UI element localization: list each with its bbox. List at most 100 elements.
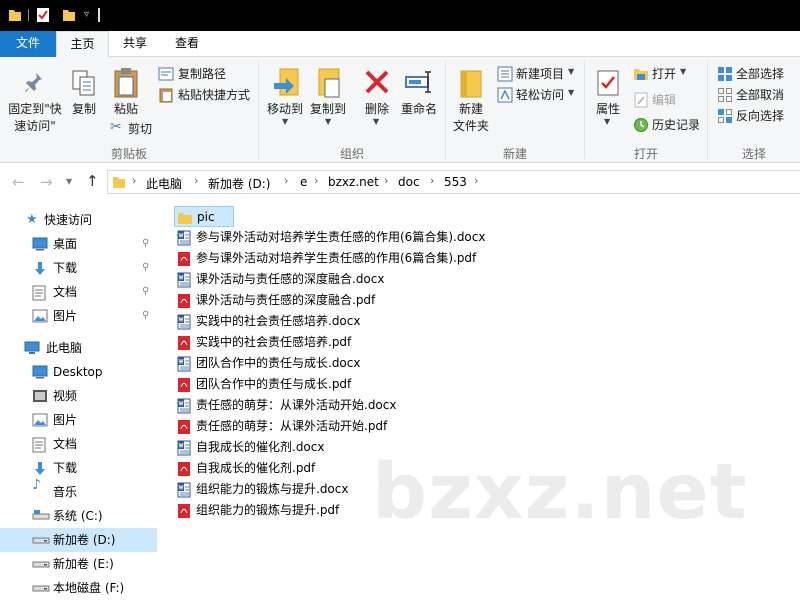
breadcrumb-separator[interactable]: › xyxy=(284,174,288,187)
drive-icon xyxy=(32,533,50,545)
edit-button[interactable]: 编辑 xyxy=(632,91,702,109)
title-separator xyxy=(28,9,29,21)
up-arrow-icon[interactable]: ↑ xyxy=(86,172,99,190)
file-row[interactable]: 参与课外活动对培养学生责任感的作用(6篇合集).pdf xyxy=(174,248,494,269)
breadcrumb-separator[interactable]: › xyxy=(314,174,318,187)
group-label-new: 新建 xyxy=(502,147,527,161)
folder-row[interactable]: pic xyxy=(174,206,234,227)
file-row[interactable]: 团队合作中的责任与成长.docx xyxy=(174,353,494,374)
pin-icon: ⚲ xyxy=(142,262,150,273)
delete-button[interactable]: 删除 ▼ xyxy=(358,61,396,141)
breadcrumb-doc[interactable]: doc xyxy=(398,175,420,189)
nav-quick-item[interactable]: 图片 ⚲ xyxy=(0,304,158,328)
back-arrow-icon[interactable]: ← xyxy=(12,173,25,191)
word-file-icon xyxy=(177,440,191,456)
new-folder-icon xyxy=(460,70,482,98)
nav-quick-item[interactable]: 文档 ⚲ xyxy=(0,280,158,304)
nav-quick-item-label: 图片 xyxy=(53,309,78,323)
address-bar[interactable]: › 此电脑 › 新加卷 (D:) › e › bzxz.net › doc › … xyxy=(107,170,800,194)
group-label-clipboard: 剪贴板 xyxy=(110,147,147,161)
easy-access-button[interactable]: 轻松访问 ▼ xyxy=(496,86,578,104)
nav-this-pc[interactable]: 此电脑 xyxy=(0,336,158,360)
invert-selection-icon xyxy=(718,109,732,123)
properties-button[interactable]: 属性 ▼ xyxy=(590,61,626,141)
nav-pc-item[interactable]: Desktop xyxy=(0,360,157,384)
properties-icon xyxy=(597,70,619,96)
move-to-icon xyxy=(274,68,299,96)
properties-check-icon[interactable] xyxy=(36,7,50,23)
nav-pc-item-label: 新加卷 (E:) xyxy=(53,557,114,571)
file-row[interactable]: 团队合作中的责任与成长.pdf xyxy=(174,374,494,395)
breadcrumb-separator[interactable]: › xyxy=(474,174,478,187)
paste-shortcut-icon xyxy=(159,88,173,103)
nav-pc-item[interactable]: 文档 xyxy=(0,432,157,456)
new-folder-icon[interactable] xyxy=(62,7,76,23)
invert-selection-button[interactable]: 反向选择 xyxy=(716,107,798,125)
pin-quick-access-button[interactable]: 固定到"快 速访问" xyxy=(4,61,64,141)
nav-quick-item-label: 下载 xyxy=(53,261,78,275)
new-item-button[interactable]: 新建项目 ▼ xyxy=(496,65,578,83)
nav-pc-item[interactable]: 本地磁盘 (F:) xyxy=(0,576,157,600)
nav-quick-item[interactable]: 桌面 ⚲ xyxy=(0,232,158,256)
breadcrumb-separator[interactable]: › xyxy=(194,174,198,187)
pin-icon: ⚲ xyxy=(142,238,150,249)
nav-pc-item[interactable]: 新加卷 (E:) xyxy=(0,552,157,576)
cut-button[interactable]: ✂ 剪切 xyxy=(108,119,158,138)
breadcrumb-bzxz[interactable]: bzxz.net xyxy=(328,175,379,189)
breadcrumb-553[interactable]: 553 xyxy=(444,175,467,189)
download-icon xyxy=(32,261,48,277)
nav-quick-access[interactable]: ★ 快速访问 xyxy=(0,208,158,232)
copy-path-button[interactable]: 复制路径 xyxy=(156,65,256,83)
breadcrumb-separator[interactable]: › xyxy=(430,174,434,187)
system-drive-icon xyxy=(32,509,50,521)
download-icon xyxy=(32,461,48,477)
tab-home[interactable]: 主页 xyxy=(56,31,109,58)
forward-arrow-icon[interactable]: → xyxy=(40,173,53,191)
tab-share[interactable]: 共享 xyxy=(111,31,159,57)
paste-shortcut-button[interactable]: 粘贴快捷方式 xyxy=(156,86,256,104)
file-name: 团队合作中的责任与成长.pdf xyxy=(196,377,352,391)
nav-pc-item[interactable]: 图片 xyxy=(0,408,157,432)
move-to-button[interactable]: 移动到 ▼ xyxy=(262,61,308,141)
file-row[interactable]: 课外活动与责任感的深度融合.docx xyxy=(174,269,494,290)
nav-quick-item[interactable]: 下载 ⚲ xyxy=(0,256,158,280)
tab-file[interactable]: 文件 xyxy=(0,31,56,57)
copy-button[interactable]: 复制 xyxy=(66,61,102,141)
file-row[interactable]: 实践中的社会责任感培养.docx xyxy=(174,311,494,332)
customize-toolbar-icon[interactable]: ▿ xyxy=(84,9,89,20)
breadcrumb-separator[interactable]: › xyxy=(132,174,136,187)
nav-pc-item[interactable]: 系统 (C:) xyxy=(0,504,157,528)
breadcrumb-separator[interactable]: › xyxy=(384,174,388,187)
recent-locations-icon[interactable]: ▼ xyxy=(66,177,72,186)
file-row[interactable]: 实践中的社会责任感培养.pdf xyxy=(174,332,494,353)
nav-pc-item-label: 本地磁盘 (F:) xyxy=(53,581,125,595)
file-row[interactable]: 责任感的萌芽：从课外活动开始.pdf xyxy=(174,416,494,437)
nav-pc-item[interactable]: 新加卷 (D:) xyxy=(0,528,157,552)
pdf-file-icon xyxy=(178,252,190,266)
breadcrumb-this-pc[interactable]: 此电脑 xyxy=(146,175,182,192)
nav-pc-item-label: 图片 xyxy=(53,413,78,427)
history-button[interactable]: 历史记录 xyxy=(632,116,712,134)
tab-view[interactable]: 查看 xyxy=(163,31,211,57)
nav-pc-item-label: 文档 xyxy=(53,437,78,451)
select-all-button[interactable]: 全部选择 xyxy=(716,65,798,83)
new-folder-button[interactable]: 新建 文件夹 xyxy=(450,61,492,141)
open-button[interactable]: 打开 ▼ xyxy=(632,65,702,83)
file-row[interactable]: 课外活动与责任感的深度融合.pdf xyxy=(174,290,494,311)
nav-pc-item[interactable]: 下载 xyxy=(0,456,157,480)
copy-to-button[interactable]: 复制到 ▼ xyxy=(306,61,350,141)
file-name: 实践中的社会责任感培养.pdf xyxy=(196,335,352,349)
rename-button[interactable]: 重命名 xyxy=(398,61,440,141)
breadcrumb-e[interactable]: e xyxy=(300,175,307,189)
computer-icon xyxy=(24,341,40,354)
copy-to-label: 复制到 xyxy=(309,102,346,116)
file-name: 自我成长的催化剂.pdf xyxy=(196,461,316,475)
video-icon xyxy=(32,389,48,403)
nav-pc-item[interactable]: ♪ 音乐 xyxy=(0,478,157,504)
select-none-button[interactable]: 全部取消 xyxy=(716,86,798,104)
file-row[interactable]: 参与课外活动对培养学生责任感的作用(6篇合集).docx xyxy=(174,227,494,248)
file-row[interactable]: 责任感的萌芽：从课外活动开始.docx xyxy=(174,395,494,416)
folder-icon[interactable] xyxy=(8,7,22,23)
breadcrumb-drive-d[interactable]: 新加卷 (D:) xyxy=(208,175,270,192)
nav-pc-item[interactable]: 视频 xyxy=(0,384,157,408)
